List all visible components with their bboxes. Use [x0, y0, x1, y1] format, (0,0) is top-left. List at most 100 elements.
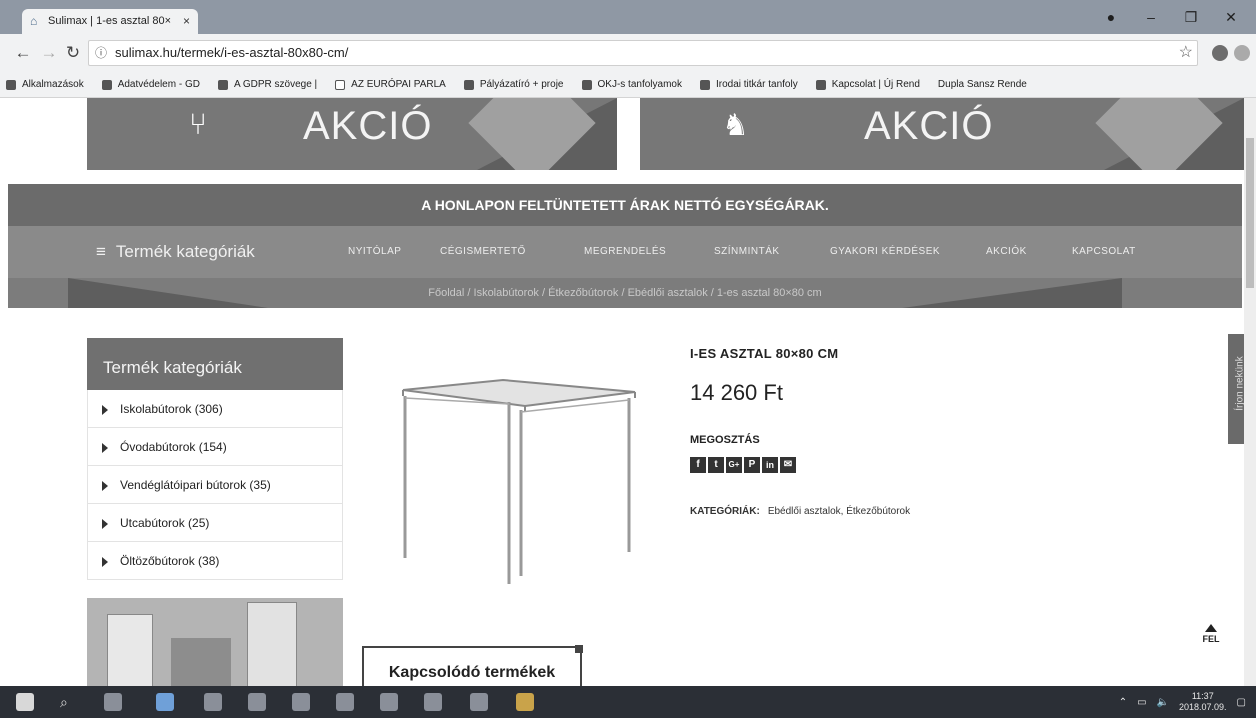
product-categories: KATEGÓRIÁK: Ebédlői asztalok, Étkezőbútor… — [690, 506, 910, 517]
task-view-icon[interactable] — [104, 693, 122, 711]
apps-grid-icon — [6, 79, 16, 90]
related-products-heading: Kapcsolódó termékek — [362, 645, 583, 686]
search-icon[interactable]: ⌕ — [60, 693, 78, 711]
nav-home[interactable]: NYITÓLAP — [348, 226, 401, 278]
address-bar[interactable]: ⓘ sulimax.hu/termek/i-es-asztal-80x80-cm… — [88, 40, 1198, 66]
categories-links[interactable]: Ebédlői asztalok, Étkezőbútorok — [768, 506, 910, 517]
rocking-horse-icon: ♞ — [722, 109, 749, 142]
nav-faq[interactable]: GYAKORI KÉRDÉSEK — [830, 226, 940, 278]
share-label: MEGOSZTÁS — [690, 434, 760, 446]
product-title: I-ES ASZTAL 80×80 CM — [690, 346, 839, 361]
bookmark-icon — [581, 79, 592, 90]
sidebar-item-kindergarten[interactable]: Óvodabútorok (154) — [87, 428, 343, 466]
sidebar-item-catering[interactable]: Vendéglátóipari bútorok (35) — [87, 466, 343, 504]
sidebar-title: Termék kategóriák — [87, 338, 343, 390]
address-row: ← → ↻ ⓘ sulimax.hu/termek/i-es-asztal-80… — [0, 34, 1256, 72]
school-furniture-banner[interactable]: ⑂ AKCIÓ — [87, 98, 617, 170]
categories-label: KATEGÓRIÁK: — [690, 506, 760, 517]
twitter-icon[interactable]: t — [708, 457, 724, 473]
url-text: sulimax.hu/termek/i-es-asztal-80x80-cm/ — [115, 45, 349, 60]
nav-sales[interactable]: AKCIÓK — [986, 226, 1027, 278]
product-price: 14 260 Ft — [690, 380, 783, 405]
forward-arrow-icon[interactable]: → — [38, 42, 60, 64]
system-tray: ⌃ ▭ 🔈 11:37 2018.07.09. ▢ — [1119, 686, 1246, 718]
table-top — [402, 378, 636, 408]
network-icon[interactable]: ▭ — [1137, 697, 1146, 708]
app-icon[interactable] — [470, 693, 488, 711]
back-arrow-icon[interactable]: ← — [12, 42, 34, 64]
profile-icon[interactable]: ● — [1092, 6, 1130, 28]
banner-title: AKCIÓ — [303, 104, 433, 148]
breadcrumb[interactable]: Főoldal / Iskolabútorok / Étkezőbútorok … — [8, 278, 1242, 308]
volume-icon[interactable]: 🔈 — [1157, 697, 1169, 708]
bookmark-icon — [699, 79, 710, 90]
caret-right-icon — [102, 556, 108, 567]
nav-order[interactable]: MEGRENDELÉS — [584, 226, 666, 278]
app-icon[interactable] — [424, 693, 442, 711]
bookmark-star-icon[interactable]: ☆ — [1179, 41, 1193, 65]
browser-tab[interactable]: ⌂ Sulimax | 1-es asztal 80× × — [22, 9, 198, 34]
reload-icon[interactable]: ↻ — [62, 42, 84, 64]
tab-close-icon[interactable]: × — [183, 9, 190, 34]
bookmark-item[interactable]: A GDPR szövege | — [217, 79, 317, 90]
share-buttons: f t G+ P in ✉ — [690, 457, 796, 473]
edge-browser-icon[interactable] — [156, 693, 174, 711]
notification-icon[interactable]: ▢ — [1237, 697, 1246, 708]
nav-contact[interactable]: KAPCSOLAT — [1072, 226, 1136, 278]
caret-right-icon — [102, 404, 108, 415]
school-chair-icon: ⑂ — [189, 108, 207, 141]
email-icon[interactable]: ✉ — [780, 457, 796, 473]
close-window-icon[interactable]: ✕ — [1212, 6, 1250, 28]
sidebar-item-street[interactable]: Utcabútorok (25) — [87, 504, 343, 542]
extension-icons — [1212, 42, 1252, 64]
caret-right-icon — [102, 442, 108, 453]
pinterest-icon[interactable]: P — [744, 457, 760, 473]
category-sidebar: Termék kategóriák Iskolabútorok (306) Óv… — [87, 338, 343, 580]
google-plus-icon[interactable]: G+ — [726, 457, 742, 473]
bookmark-item[interactable]: Adatvédelem - GD — [101, 79, 200, 90]
sidebar-item-locker[interactable]: Öltözőbútorok (38) — [87, 542, 343, 580]
linkedin-icon[interactable]: in — [762, 457, 778, 473]
tab-title: Sulimax | 1-es asztal 80× — [48, 15, 171, 27]
window-controls: ● – ❐ ✕ — [1092, 6, 1250, 28]
category-menu-toggle[interactable]: ≡ Termék kategóriák — [96, 226, 255, 278]
page-scrollbar[interactable] — [1244, 98, 1256, 686]
sidebar-item-school[interactable]: Iskolabútorok (306) — [87, 390, 343, 428]
facebook-icon[interactable]: f — [690, 457, 706, 473]
info-icon[interactable]: ⓘ — [95, 41, 107, 65]
bookmark-item[interactable]: Kapcsolat | Új Rend — [815, 79, 920, 90]
bookmark-apps[interactable]: Alkalmazások — [6, 79, 84, 90]
mail-icon[interactable] — [336, 693, 354, 711]
taskbar: ⌕ ⌃ ▭ 🔈 11:37 2018.07.09. ▢ — [0, 686, 1256, 718]
nav-about[interactable]: CÉGISMERTETŐ — [440, 226, 526, 278]
nav-color-samples[interactable]: SZÍNMINTÁK — [714, 226, 780, 278]
extension-icon[interactable] — [1212, 45, 1228, 61]
kindergarten-furniture-banner[interactable]: ♞ AKCIÓ — [640, 98, 1244, 170]
bookmark-item[interactable]: Pályázatíró + proje — [463, 79, 564, 90]
file-explorer-icon[interactable] — [204, 693, 222, 711]
tray-chevron-icon[interactable]: ⌃ — [1119, 697, 1127, 708]
bookmark-item[interactable]: OKJ-s tanfolyamok — [581, 79, 682, 90]
chrome-browser-icon[interactable] — [516, 693, 534, 711]
sidebar-promo-image[interactable] — [87, 598, 343, 686]
back-to-top-button[interactable]: FEL — [1196, 618, 1226, 658]
restore-icon[interactable]: ❐ — [1172, 6, 1210, 28]
web-page: ⑂ AKCIÓ ♞ AKCIÓ A HONLAPON FELTÜNTETETT … — [0, 98, 1244, 686]
minimize-icon[interactable]: – — [1132, 6, 1170, 28]
skype-icon[interactable] — [292, 693, 310, 711]
bookmark-item[interactable]: Irodai titkár tanfoly — [699, 79, 798, 90]
caret-right-icon — [102, 480, 108, 491]
windows-start-icon[interactable] — [16, 693, 34, 711]
contact-side-tab[interactable]: Írjon nekünk — [1228, 334, 1244, 444]
bookmarks-bar: Alkalmazások Adatvédelem - GD A GDPR szö… — [0, 72, 1256, 98]
store-icon[interactable] — [248, 693, 266, 711]
hamburger-icon: ≡ — [96, 242, 106, 261]
bookmark-item[interactable]: Dupla Sansz Rende — [938, 79, 1027, 90]
arrow-up-icon — [1205, 624, 1217, 632]
bookmark-item[interactable]: AZ EURÓPAI PARLA — [335, 79, 446, 90]
bookmark-icon — [463, 79, 474, 90]
extension-icon[interactable] — [1234, 45, 1250, 61]
clock[interactable]: 11:37 2018.07.09. — [1179, 691, 1227, 713]
app-icon[interactable] — [380, 693, 398, 711]
product-image[interactable] — [363, 340, 659, 608]
